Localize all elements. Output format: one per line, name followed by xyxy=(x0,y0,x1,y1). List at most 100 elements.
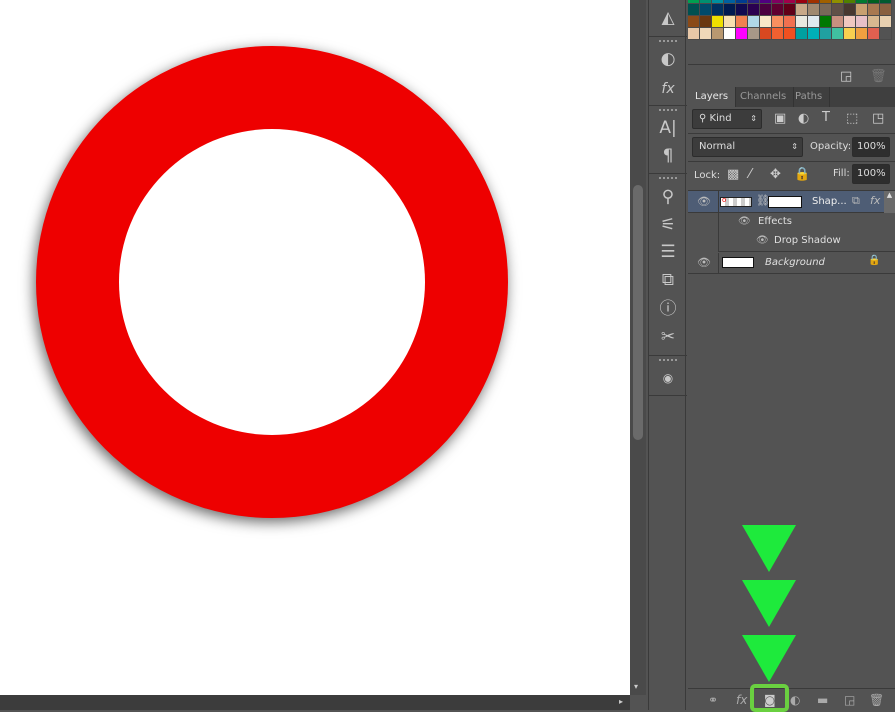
fill-input[interactable]: 100% xyxy=(852,164,890,184)
color-swatch[interactable] xyxy=(868,16,880,28)
color-swatch[interactable] xyxy=(844,28,856,40)
color-swatch[interactable] xyxy=(724,28,736,40)
info-icon[interactable]: ⓘ xyxy=(649,297,687,321)
color-swatch[interactable] xyxy=(784,16,796,28)
color-swatch[interactable] xyxy=(880,4,892,16)
fx-icon[interactable]: fx xyxy=(870,194,880,207)
delete-swatch-icon[interactable]: 🗑 xyxy=(870,69,887,84)
paragraph-icon[interactable]: ¶ xyxy=(649,144,687,168)
horizontal-scrollbar[interactable]: ▸ xyxy=(0,695,630,710)
color-swatch[interactable] xyxy=(796,16,808,28)
color-swatch[interactable] xyxy=(796,28,808,40)
color-swatch[interactable] xyxy=(688,28,700,40)
color-swatch[interactable] xyxy=(784,28,796,40)
scroll-down-icon[interactable]: ▾ xyxy=(634,682,638,691)
vertical-scrollbar[interactable]: ▾ xyxy=(630,0,646,695)
effects-row[interactable]: 👁 Effects xyxy=(688,213,895,232)
new-group-icon[interactable]: ▬ xyxy=(817,693,828,707)
color-swatch[interactable] xyxy=(772,4,784,16)
layer-row-background[interactable]: 👁 Background 🔒 xyxy=(688,252,895,274)
new-adjustment-layer-icon[interactable]: ◐ xyxy=(790,693,800,707)
effects-eye-icon[interactable]: 👁 xyxy=(738,216,751,227)
color-swatch[interactable] xyxy=(688,4,700,16)
color-swatch[interactable] xyxy=(832,16,844,28)
shape-filter-icon[interactable]: ⬚ xyxy=(846,111,858,126)
link-layers-icon[interactable]: ⚭ xyxy=(708,693,718,707)
color-swatch[interactable] xyxy=(772,28,784,40)
tab-channels[interactable]: Channels xyxy=(733,87,795,107)
swatches-grid[interactable] xyxy=(688,0,892,40)
add-layer-style-icon[interactable]: fx xyxy=(736,693,747,707)
drop-shadow-eye-icon[interactable]: 👁 xyxy=(756,235,769,246)
tab-paths[interactable]: Paths xyxy=(788,87,831,107)
lock-all-icon[interactable]: 🔒 xyxy=(794,167,810,182)
color-swatch[interactable] xyxy=(760,16,772,28)
color-swatch[interactable] xyxy=(760,4,772,16)
color-swatch[interactable] xyxy=(808,16,820,28)
lock-transparent-icon[interactable]: ▩ xyxy=(727,167,739,182)
color-swatch[interactable] xyxy=(688,16,700,28)
styles-icon[interactable]: fx xyxy=(649,77,687,101)
pixel-filter-icon[interactable]: ▣ xyxy=(774,111,786,126)
panel-scroll-up-icon[interactable]: ▲ xyxy=(884,191,895,213)
color-swatch[interactable] xyxy=(724,16,736,28)
color-swatch[interactable] xyxy=(736,4,748,16)
new-layer-icon[interactable]: ◲ xyxy=(844,693,855,707)
tab-layers[interactable]: Layers xyxy=(688,87,737,107)
color-swatch[interactable] xyxy=(856,16,868,28)
color-swatch[interactable] xyxy=(700,4,712,16)
color-swatch[interactable] xyxy=(844,16,856,28)
lock-pixels-icon[interactable]: ⁄ xyxy=(749,167,751,182)
blend-mode-select[interactable]: Normal ⇕ xyxy=(692,137,803,157)
color-swatch[interactable] xyxy=(808,4,820,16)
color-swatch[interactable] xyxy=(760,28,772,40)
filter-kind-select[interactable]: ⚲ Kind ⇕ xyxy=(692,109,762,129)
tool-presets-icon[interactable]: ✂ xyxy=(649,325,687,349)
layer-row-shape[interactable]: 👁 o ⛓ Shap... ⧉ fx ▲ xyxy=(688,191,895,213)
smart-object-filter-icon[interactable]: ◳ xyxy=(872,111,884,126)
lock-position-icon[interactable]: ✥ xyxy=(770,167,781,182)
color-swatch[interactable] xyxy=(832,28,844,40)
color-swatch[interactable] xyxy=(712,4,724,16)
clone-source-icon[interactable]: ☰ xyxy=(649,240,687,264)
brush-presets-icon[interactable]: ⚲ xyxy=(649,185,687,209)
color-swatch[interactable] xyxy=(736,16,748,28)
visibility-eye-icon[interactable]: 👁 xyxy=(697,195,711,208)
character-icon[interactable]: A| xyxy=(649,116,687,140)
vector-mask-thumbnail[interactable] xyxy=(768,196,802,208)
color-swatch[interactable] xyxy=(748,28,760,40)
color-swatch[interactable] xyxy=(712,28,724,40)
color-swatch[interactable] xyxy=(748,4,760,16)
color-swatch[interactable] xyxy=(856,4,868,16)
color-swatch[interactable] xyxy=(724,4,736,16)
color-swatch[interactable] xyxy=(820,4,832,16)
color-swatch[interactable] xyxy=(868,4,880,16)
new-swatch-icon[interactable]: ◲ xyxy=(840,69,852,84)
color-swatch[interactable] xyxy=(712,16,724,28)
document-canvas[interactable] xyxy=(0,0,630,695)
color-swatch[interactable] xyxy=(844,4,856,16)
layer-name[interactable]: Background xyxy=(765,257,825,268)
adjustment-filter-icon[interactable]: ◐ xyxy=(798,111,809,126)
type-filter-icon[interactable]: T xyxy=(822,110,830,125)
color-swatch[interactable] xyxy=(808,28,820,40)
color-swatch[interactable] xyxy=(772,16,784,28)
color-swatch[interactable] xyxy=(820,28,832,40)
brush-icon[interactable]: ⚟ xyxy=(649,213,687,237)
color-swatch[interactable] xyxy=(868,28,880,40)
adjustments-icon[interactable]: ◐ xyxy=(649,47,687,71)
color-swatch[interactable] xyxy=(832,4,844,16)
visibility-eye-icon[interactable]: 👁 xyxy=(697,256,711,269)
color-swatch[interactable] xyxy=(820,16,832,28)
color-swatch[interactable] xyxy=(880,28,892,40)
scrollbar-thumb[interactable] xyxy=(633,185,643,440)
layer-name[interactable]: Shap... xyxy=(812,196,847,207)
color-swatch[interactable] xyxy=(880,16,892,28)
color-swatch[interactable] xyxy=(700,28,712,40)
opacity-input[interactable]: 100% xyxy=(852,137,890,157)
gg-icon[interactable]: ◉ xyxy=(649,366,687,390)
color-swatch[interactable] xyxy=(748,16,760,28)
color-swatch[interactable] xyxy=(796,4,808,16)
color-swatch[interactable] xyxy=(856,28,868,40)
delete-layer-icon[interactable]: 🗑 xyxy=(869,693,884,707)
